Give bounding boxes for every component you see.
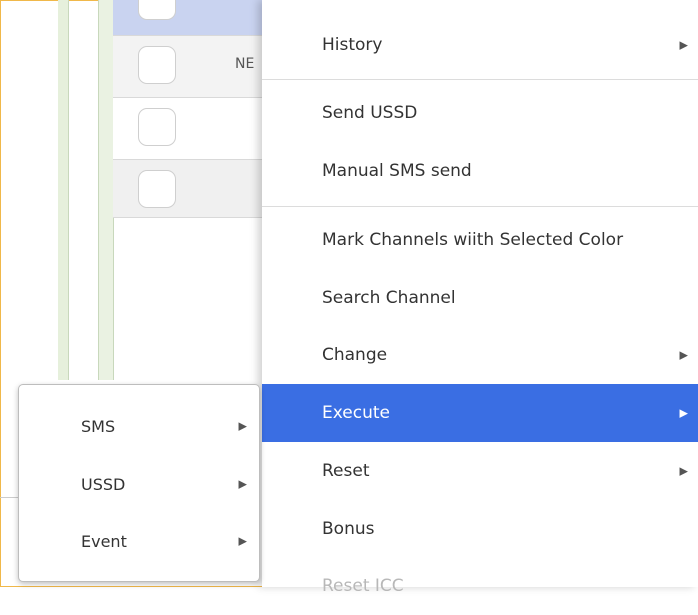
submenu-item-event[interactable]: Event ▶	[19, 512, 259, 570]
menu-item-mark-channels[interactable]: Mark Channels wiith Selected Color	[262, 211, 698, 269]
table-row[interactable]	[113, 160, 273, 218]
tree-column-strip	[98, 0, 114, 380]
menu-item-reset-icc[interactable]: Reset ICC	[262, 557, 698, 615]
menu-item-label: Execute	[322, 403, 390, 423]
table-row[interactable]	[113, 98, 273, 160]
tree-column-strip	[58, 0, 69, 380]
menu-item-send-ussd[interactable]: Send USSD	[262, 84, 698, 142]
row-checkbox[interactable]	[138, 170, 176, 208]
menu-item-label: Send USSD	[322, 103, 418, 123]
menu-item-label: Reset	[322, 461, 370, 481]
menu-item-label: Mark Channels wiith Selected Color	[322, 230, 624, 250]
submenu-arrow-icon: ▶	[679, 348, 688, 362]
submenu-item-label: Event	[81, 531, 127, 551]
menu-item-history[interactable]: History ▶	[262, 16, 698, 74]
menu-separator	[262, 79, 698, 80]
table-row[interactable]: NE	[113, 36, 273, 98]
submenu-arrow-icon: ▶	[679, 406, 688, 420]
row-checkbox[interactable]	[138, 108, 176, 146]
submenu-arrow-icon: ▶	[238, 419, 247, 433]
divider	[0, 497, 20, 498]
context-menu: History ▶ Send USSD Manual SMS send Mark…	[262, 0, 698, 596]
submenu-arrow-icon: ▶	[238, 534, 247, 548]
execute-submenu: SMS ▶ USSD ▶ Event ▶	[18, 384, 260, 582]
menu-item-change[interactable]: Change ▶	[262, 326, 698, 384]
menu-item-bonus[interactable]: Bonus	[262, 500, 698, 558]
submenu-arrow-icon: ▶	[238, 477, 247, 491]
menu-item-manual-sms-send[interactable]: Manual SMS send	[262, 142, 698, 200]
menu-item-label: Search Channel	[322, 288, 456, 308]
menu-item-label: Bonus	[322, 519, 375, 539]
menu-item-label: Manual SMS send	[322, 161, 472, 181]
menu-item-execute[interactable]: Execute ▶	[262, 384, 698, 442]
submenu-item-sms[interactable]: SMS ▶	[19, 397, 259, 455]
submenu-item-ussd[interactable]: USSD ▶	[19, 455, 259, 513]
submenu-item-label: SMS	[81, 416, 116, 436]
row-cell-text: NE	[235, 56, 255, 72]
submenu-item-label: USSD	[81, 474, 126, 494]
submenu-arrow-icon: ▶	[679, 38, 688, 52]
menu-item-label: Reset ICC	[322, 576, 404, 596]
menu-item-search-channel[interactable]: Search Channel	[262, 269, 698, 327]
row-checkbox[interactable]	[138, 46, 176, 84]
menu-item-label: History	[322, 35, 383, 55]
submenu-arrow-icon: ▶	[679, 464, 688, 478]
menu-item-reset[interactable]: Reset ▶	[262, 442, 698, 500]
table-row-selected[interactable]	[113, 0, 273, 36]
row-checkbox-checked[interactable]	[138, 0, 176, 20]
menu-item-label: Change	[322, 345, 388, 365]
menu-separator	[262, 206, 698, 207]
